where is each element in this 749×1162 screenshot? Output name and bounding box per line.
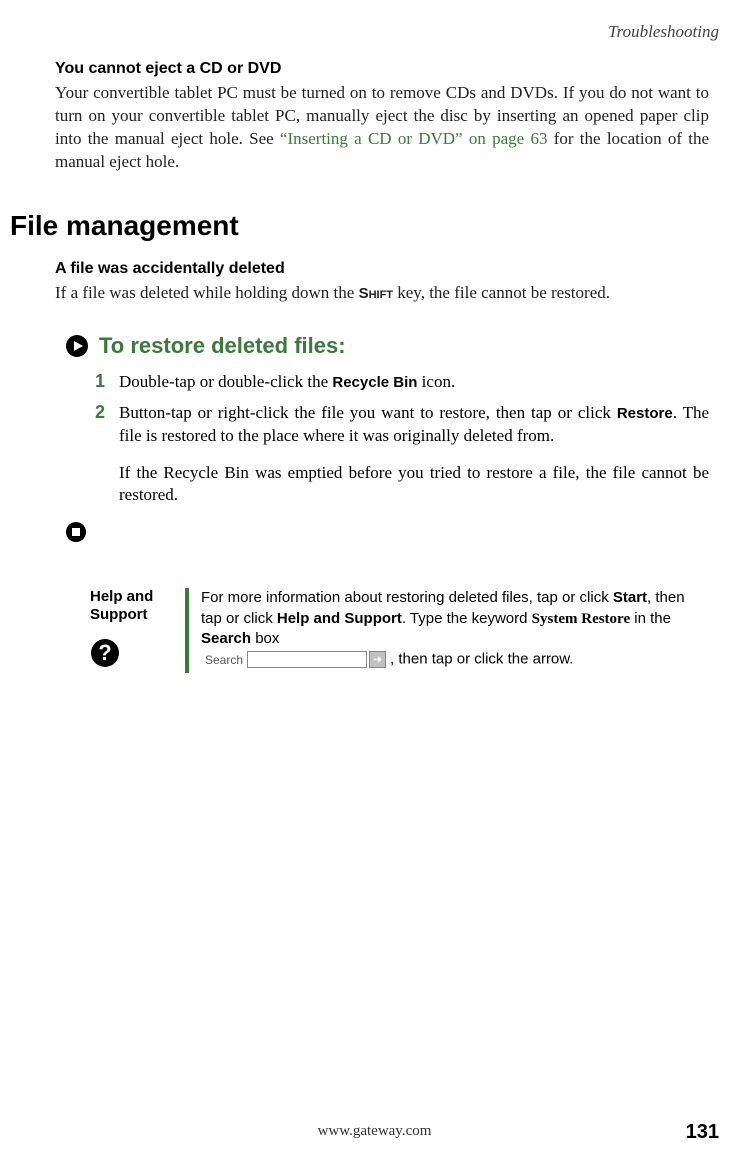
key-name: Shift — [359, 285, 393, 302]
text-fragment: If a file was deleted while holding down… — [55, 283, 359, 302]
procedure-note: If the Recycle Bin was emptied before yo… — [119, 462, 709, 508]
text-fragment: box — [251, 630, 279, 647]
text-fragment: , then tap or click the arrow. — [390, 651, 573, 668]
text-fragment: . Type the keyword — [402, 610, 532, 627]
procedure-step: 2 Button-tap or right-click the file you… — [95, 402, 709, 448]
text-fragment: Button-tap or right-click the file you w… — [119, 403, 617, 422]
arrow-right-icon — [372, 654, 383, 665]
text-fragment: key, the file cannot be restored. — [393, 283, 610, 302]
ui-label: Help and Support — [277, 610, 402, 627]
text-fragment: For more information about restoring del… — [201, 589, 613, 606]
topic-body-deleted: If a file was deleted while holding down… — [55, 282, 709, 305]
step-number: 2 — [95, 402, 119, 448]
search-label: Search — [205, 652, 243, 668]
topic-heading-deleted: A file was accidentally deleted — [55, 260, 709, 278]
procedure-title: To restore deleted files: — [99, 333, 346, 359]
procedure-step: 1 Double-tap or double-click the Recycle… — [95, 371, 709, 394]
search-go-button[interactable] — [369, 651, 386, 668]
text-fragment: icon. — [417, 372, 455, 391]
search-widget: Search — [205, 651, 386, 668]
procedure-title-row: To restore deleted files: — [65, 333, 709, 359]
help-accent-bar — [185, 588, 189, 673]
topic-heading-eject: You cannot eject a CD or DVD — [55, 60, 709, 78]
ui-label: Search — [201, 630, 251, 647]
footer-url: www.gateway.com — [0, 1123, 749, 1140]
search-input[interactable] — [247, 651, 367, 668]
step-text: Button-tap or right-click the file you w… — [119, 402, 709, 448]
page-number: 131 — [686, 1121, 719, 1144]
keyword: System Restore — [532, 611, 630, 627]
help-and-support-box: Help and Support ? For more information … — [90, 588, 709, 673]
help-label: Help and Support — [90, 588, 185, 624]
question-icon: ? — [90, 638, 185, 673]
step-number: 1 — [95, 371, 119, 394]
text-fragment: Support — [90, 606, 148, 623]
text-fragment: Help and — [90, 588, 153, 605]
ui-label: Start — [613, 589, 647, 606]
step-text: Double-tap or double-click the Recycle B… — [119, 371, 455, 394]
play-icon — [65, 334, 89, 358]
stop-icon — [65, 521, 709, 548]
running-header: Troubleshooting — [608, 22, 719, 42]
page-content: You cannot eject a CD or DVD Your conver… — [0, 0, 749, 673]
text-fragment: in the — [630, 610, 671, 627]
section-heading-file-management: File management — [10, 210, 709, 242]
procedure-block: To restore deleted files: 1 Double-tap o… — [95, 333, 709, 549]
cross-reference-link[interactable]: “Inserting a CD or DVD” on page 63 — [280, 129, 548, 148]
help-left-column: Help and Support ? — [90, 588, 185, 673]
ui-label: Restore — [617, 405, 673, 422]
text-fragment: Double-tap or double-click the — [119, 372, 332, 391]
ui-label: Recycle Bin — [332, 374, 417, 391]
svg-text:?: ? — [98, 640, 111, 665]
topic-body-eject: Your convertible tablet PC must be turne… — [55, 82, 709, 174]
help-text: For more information about restoring del… — [201, 588, 709, 673]
